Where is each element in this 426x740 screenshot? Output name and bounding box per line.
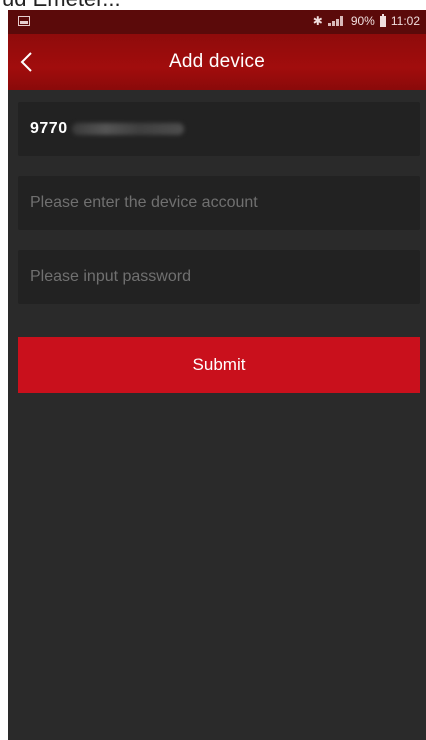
signal-icon — [327, 16, 346, 26]
device-account-input[interactable] — [30, 194, 408, 212]
page-title: Add device — [168, 51, 265, 72]
submit-button[interactable]: Submit — [18, 337, 420, 393]
chevron-left-icon — [20, 52, 32, 72]
status-time: 11:02 — [390, 14, 420, 28]
status-bar: ✱ 90% 11:02 — [8, 10, 426, 34]
device-id-redacted — [71, 123, 184, 135]
device-id-value: 9770 — [30, 120, 68, 137]
device-id-field[interactable]: 9770 — [18, 102, 420, 156]
phone-screen: ✱ 90% 11:02 Add device 9770 Submit — [8, 10, 426, 740]
password-input[interactable] — [30, 268, 408, 286]
app-bar: Add device — [8, 34, 426, 90]
image-notification-icon — [18, 16, 30, 26]
battery-icon — [379, 13, 386, 27]
top-caption: ud Emeter... — [0, 0, 121, 11]
status-indicators: ✱ 90% 11:02 — [312, 13, 420, 28]
password-field[interactable] — [18, 250, 420, 304]
battery-percent: 90% — [350, 14, 375, 28]
bluetooth-icon: ✱ — [312, 14, 323, 28]
device-account-field[interactable] — [18, 176, 420, 230]
back-button[interactable] — [10, 44, 46, 80]
